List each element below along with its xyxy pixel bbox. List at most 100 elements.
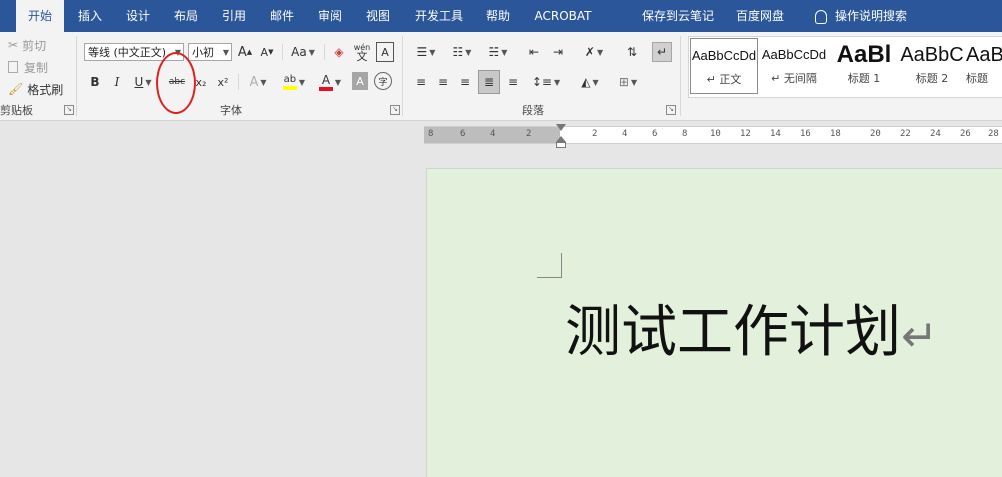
clipboard-dialog-launcher[interactable]: ↘: [64, 105, 74, 115]
tab-layout[interactable]: 布局: [166, 0, 206, 32]
arrow-up-icon: ▲: [246, 48, 253, 56]
chevron-down-icon: ▼: [630, 77, 638, 87]
chevron-down-icon: ▼: [298, 77, 306, 87]
tab-home[interactable]: 开始: [16, 0, 64, 32]
tab-acrobat[interactable]: ACROBAT: [528, 0, 598, 32]
tab-baidu-netdisk[interactable]: 百度网盘: [730, 0, 790, 32]
arrow-down-icon: ▼: [268, 48, 274, 56]
style-title[interactable]: AaB 标题: [966, 38, 1002, 92]
grow-font-button[interactable]: A ▲: [236, 42, 254, 62]
document-heading[interactable]: 测试工作计划↵: [565, 287, 938, 368]
chevron-down-icon: ▼: [308, 47, 315, 57]
sort-icon[interactable]: ⇅: [622, 42, 642, 62]
font-group-label: 字体: [220, 104, 242, 117]
decrease-indent-icon[interactable]: ⇤: [524, 42, 544, 62]
highlight-color-button[interactable]: ab ▼: [278, 70, 310, 94]
numbered-list-icon: ☷: [452, 45, 464, 59]
chinese-layout-icon: ✗: [584, 45, 595, 59]
paintbrush-icon: 🖌: [8, 82, 24, 96]
line-spacing-button[interactable]: ↕≡ ▼: [530, 72, 562, 92]
distributed-icon[interactable]: ≡: [504, 72, 522, 92]
align-left-icon[interactable]: ≡: [412, 72, 430, 92]
chevron-down-icon: ▼: [334, 77, 342, 87]
style-heading-1[interactable]: AaBl 标题 1: [830, 38, 898, 92]
chevron-down-icon: ▼: [222, 48, 229, 57]
tab-design[interactable]: 设计: [118, 0, 158, 32]
tab-help[interactable]: 帮助: [478, 0, 518, 32]
italic-button[interactable]: I: [108, 72, 126, 92]
paragraph-mark-icon: ↵: [901, 311, 938, 362]
line-spacing-icon: ↕≡: [531, 75, 552, 89]
cut-button[interactable]: ✂ 剪切: [8, 36, 46, 54]
change-case-button[interactable]: Aa ▼: [288, 42, 318, 62]
shading-button[interactable]: ◭ ▼: [574, 72, 606, 92]
group-divider: [76, 36, 77, 116]
borders-icon: ⊞: [618, 75, 629, 89]
borders-button[interactable]: ⊞ ▼: [612, 72, 644, 92]
multilevel-list-icon: ☵: [488, 45, 500, 59]
highlighter-icon: ab: [282, 74, 297, 90]
tab-review[interactable]: 审阅: [310, 0, 350, 32]
paragraph-dialog-launcher[interactable]: ↘: [666, 105, 676, 115]
shrink-font-button[interactable]: A ▼: [258, 42, 276, 62]
paragraph-group-label: 段落: [522, 104, 544, 117]
ribbon: ✂ 剪切 复制 🖌 格式刷 剪贴板 ↘ 等线 (中文正文) ▼ 小初 ▼ A ▲ A ▼…: [0, 32, 1002, 121]
style-normal[interactable]: AaBbCcDd ↵ 正文: [690, 38, 758, 94]
chevron-down-icon: ▼: [145, 77, 152, 87]
increase-indent-icon[interactable]: ⇥: [548, 42, 568, 62]
underline-button[interactable]: U ▼: [130, 72, 156, 92]
horizontal-ruler[interactable]: 8 6 4 2 2 4 6 8 10 12 14 16 18 20 22 24 …: [424, 126, 1002, 144]
phonetic-guide-button[interactable]: wén 文: [352, 40, 372, 64]
tab-save-to-cloud-note[interactable]: 保存到云笔记: [636, 0, 720, 32]
tab-references[interactable]: 引用: [214, 0, 254, 32]
phonetic-icon: 文: [356, 49, 368, 63]
first-line-indent-marker[interactable]: [556, 124, 566, 131]
font-dialog-launcher[interactable]: ↘: [390, 105, 400, 115]
paragraph-mark-icon: ↵: [771, 72, 784, 85]
style-heading-2[interactable]: AaBbC 标题 2: [898, 38, 966, 92]
chevron-down-icon: ▼: [592, 77, 599, 87]
chinese-layout-button[interactable]: ✗ ▼: [578, 42, 610, 62]
group-divider: [402, 36, 403, 116]
tab-developer[interactable]: 开发工具: [408, 0, 470, 32]
align-right-icon[interactable]: ≡: [456, 72, 474, 92]
chevron-down-icon: ▼: [553, 77, 561, 87]
bold-button[interactable]: B: [86, 72, 104, 92]
font-color-swatch: [318, 86, 333, 91]
scissors-icon: ✂: [8, 38, 19, 52]
font-size-combo[interactable]: 小初 ▼: [188, 43, 232, 61]
chevron-down-icon: ▼: [596, 47, 604, 57]
bullet-list-icon: ☰: [416, 45, 428, 59]
format-painter-button[interactable]: 🖌 格式刷: [8, 80, 63, 98]
numbering-button[interactable]: ☷ ▼: [446, 42, 478, 62]
paragraph-mark-icon: ↵: [706, 73, 720, 86]
character-border-button[interactable]: A: [376, 42, 394, 62]
font-color-button[interactable]: A ▼: [314, 70, 346, 94]
copy-icon: [8, 61, 18, 73]
document-page[interactable]: 测试工作计划↵: [426, 168, 1002, 477]
clear-formatting-icon[interactable]: ◈: [330, 42, 348, 62]
left-indent-marker[interactable]: [556, 142, 566, 148]
tab-mailings[interactable]: 邮件: [262, 0, 302, 32]
divider: [282, 44, 283, 60]
style-no-spacing[interactable]: AaBbCcDd ↵ 无间隔: [760, 38, 828, 92]
chevron-down-icon: ▼: [429, 47, 436, 57]
chevron-down-icon: ▼: [260, 77, 267, 87]
show-hide-marks-icon[interactable]: ↵: [652, 42, 672, 62]
bullets-button[interactable]: ☰ ▼: [410, 42, 442, 62]
margin-crop-mark: [537, 253, 562, 278]
chevron-down-icon: ▼: [501, 47, 508, 57]
superscript-button[interactable]: x²: [214, 72, 232, 92]
enclose-characters-button[interactable]: 字: [374, 72, 392, 90]
character-shading-button[interactable]: A: [352, 72, 368, 90]
copy-button[interactable]: 复制: [8, 58, 48, 76]
justify-icon[interactable]: ≣: [478, 70, 500, 94]
text-effects-button[interactable]: A ▼: [244, 72, 272, 92]
divider: [238, 74, 239, 90]
tab-insert[interactable]: 插入: [70, 0, 110, 32]
align-center-icon[interactable]: ≡: [434, 72, 452, 92]
tell-me-search[interactable]: 操作说明搜索: [806, 0, 916, 32]
multilevel-list-button[interactable]: ☵ ▼: [482, 42, 514, 62]
tab-view[interactable]: 视图: [358, 0, 398, 32]
group-divider: [680, 36, 681, 116]
